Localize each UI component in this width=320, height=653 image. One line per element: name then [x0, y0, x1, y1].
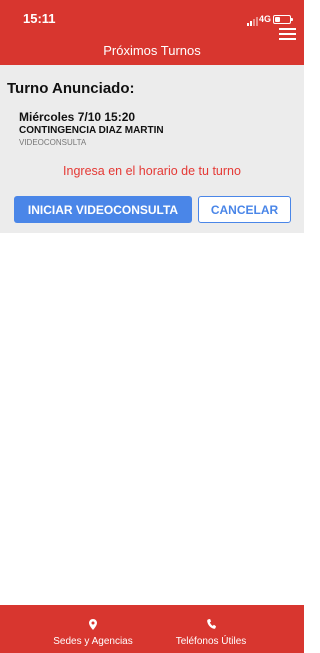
appointment-name: CONTINGENCIA DIAZ MARTIN	[19, 125, 164, 136]
appointment-card: Turno Anunciado: Miércoles 7/10 15:20 CO…	[0, 65, 304, 233]
status-time: 15:11	[23, 11, 56, 26]
nav-label-sedes: Sedes y Agencias	[53, 636, 133, 647]
nav-item-telefonos[interactable]: Teléfonos Útiles	[164, 605, 258, 653]
signal-icon	[247, 17, 258, 26]
page-title: Próximos Turnos	[103, 43, 201, 58]
start-videoconsult-button[interactable]: INICIAR VIDEOCONSULTA	[14, 196, 192, 223]
network-type: 4G	[259, 14, 272, 24]
nav-label-telefonos: Teléfonos Útiles	[175, 636, 247, 647]
card-heading: Turno Anunciado:	[7, 80, 135, 97]
battery-icon	[273, 15, 293, 24]
schedule-notice: Ingresa en el horario de tu turno	[63, 164, 241, 178]
app-header: 15:11 4G Próximos Turnos	[0, 0, 304, 65]
cancel-button[interactable]: CANCELAR	[198, 196, 291, 223]
nav-item-sedes[interactable]: Sedes y Agencias	[44, 605, 142, 653]
status-bar: 15:11 4G	[0, 0, 304, 30]
appointment-type: VIDEOCONSULTA	[19, 138, 87, 147]
appointment-date: Miércoles 7/10 15:20	[19, 110, 136, 124]
location-pin-icon	[89, 619, 97, 630]
menu-icon[interactable]	[279, 28, 296, 40]
bottom-nav: Sedes y Agencias Teléfonos Útiles	[0, 605, 304, 653]
phone-icon	[207, 619, 216, 629]
